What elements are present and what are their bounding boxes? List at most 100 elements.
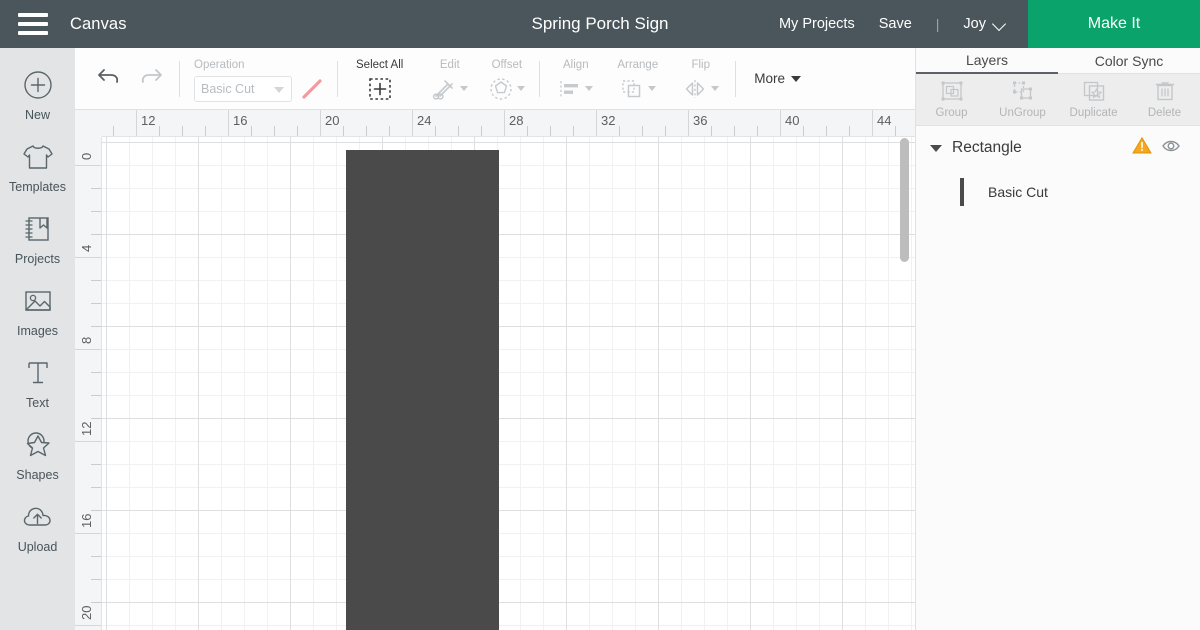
ungroup-icon (1011, 79, 1035, 103)
rectangle-shape[interactable] (346, 150, 499, 630)
delete-button[interactable]: Delete (1129, 74, 1200, 119)
flip-horizontal-icon (682, 76, 720, 102)
notebook-bookmark-icon (23, 210, 53, 248)
align-button[interactable]: Align (540, 48, 605, 110)
selection-tools-group: Select All Edit Offset (338, 48, 539, 110)
offset-button[interactable]: Offset (478, 48, 539, 110)
ruler-tick-minor (711, 126, 712, 136)
ruler-tick-minor (91, 602, 101, 603)
offset-dashed-shape-icon (488, 76, 526, 102)
ruler-label-h: 40 (785, 113, 800, 128)
eye-visible-icon[interactable] (1162, 138, 1186, 159)
plus-circle-icon (22, 66, 54, 104)
hamburger-menu-icon[interactable] (18, 13, 48, 35)
flip-button[interactable]: Flip (670, 48, 735, 110)
toolbar-divider (735, 60, 737, 97)
caret-down-icon (274, 86, 284, 93)
ruler-tick-minor (182, 126, 183, 136)
operation-label: Operation (194, 58, 245, 71)
canvas-label[interactable]: Canvas (70, 15, 127, 34)
more-button[interactable]: More (754, 71, 801, 86)
sidebar-item-label: Text (26, 396, 49, 410)
sidebar-item-images[interactable]: Images (0, 282, 75, 354)
select-all-dashed-plus-icon (367, 76, 393, 102)
ruler-tick-minor (849, 126, 850, 136)
action-label: Delete (1147, 107, 1182, 119)
sidebar-item-label: Projects (14, 252, 61, 266)
sublayer-row[interactable]: Basic Cut (916, 170, 1200, 214)
sidebar-item-shapes[interactable]: Shapes (0, 426, 75, 498)
caret-down-icon (648, 86, 657, 91)
ruler-label-v: 16 (79, 513, 94, 528)
sidebar-item-upload[interactable]: Upload (0, 498, 75, 570)
ruler-label-h: 24 (417, 113, 432, 128)
caret-down-icon[interactable] (930, 144, 942, 152)
ruler-tick-major (872, 110, 873, 136)
my-projects-link[interactable]: My Projects (779, 16, 855, 32)
edit-label: Edit (439, 58, 460, 71)
tab-color-sync[interactable]: Color Sync (1058, 48, 1200, 74)
sidebar-item-new[interactable]: New (0, 66, 75, 138)
ruler-tick-minor (91, 464, 101, 465)
redo-arrow-icon[interactable] (137, 64, 165, 93)
duplicate-button[interactable]: Duplicate (1058, 74, 1129, 119)
vertical-scrollbar-thumb[interactable] (900, 138, 909, 262)
sidebar-item-label: Upload (17, 540, 58, 554)
caret-down-icon (460, 86, 469, 91)
ruler-label-h: 44 (877, 113, 892, 128)
layer-row[interactable]: Rectangle (916, 126, 1200, 170)
tab-layers[interactable]: Layers (916, 48, 1058, 74)
ruler-tick-major (136, 110, 137, 136)
ruler-tick-major (596, 110, 597, 136)
chevron-down-icon[interactable] (993, 18, 1006, 31)
save-button[interactable]: Save (879, 16, 912, 32)
ruler-tick-minor (91, 418, 101, 419)
ruler-tick-major (75, 533, 101, 534)
ruler-label-h: 28 (509, 113, 524, 128)
ruler-tick-minor (527, 126, 528, 136)
ruler-tick-major (75, 165, 101, 166)
ruler-tick-major (688, 110, 689, 136)
arrange-label: Arrange (617, 58, 659, 71)
arrange-button[interactable]: Arrange (605, 48, 670, 110)
ruler-tick-minor (435, 126, 436, 136)
align-left-lines-icon (558, 76, 594, 102)
ruler-label-v: 0 (79, 152, 94, 160)
horizontal-ruler: 12 16 20 24 28 32 36 40 44 (75, 110, 915, 137)
ruler-tick-minor (389, 126, 390, 136)
operation-color-swatch[interactable] (299, 76, 325, 102)
design-canvas[interactable]: 12 16 20 24 28 32 36 40 44 0 4 8 12 16 20 (75, 110, 915, 630)
undo-arrow-icon[interactable] (95, 64, 123, 93)
group-button[interactable]: Group (916, 74, 987, 119)
machine-selector-label[interactable]: Joy (963, 16, 986, 32)
image-mountain-icon (22, 282, 54, 320)
make-it-button[interactable]: Make It (1028, 0, 1200, 48)
ruler-tick-minor (895, 126, 896, 136)
ruler-tick-minor (366, 126, 367, 136)
layer-color-swatch[interactable] (960, 178, 964, 206)
sidebar-item-label: New (24, 108, 50, 122)
operation-dropdown[interactable]: Basic Cut (194, 75, 292, 102)
ruler-tick-minor (619, 126, 620, 136)
sidebar-item-templates[interactable]: Templates (0, 138, 75, 210)
sidebar-item-projects[interactable]: Projects (0, 210, 75, 282)
ruler-label-v: 12 (79, 421, 94, 436)
star-shapes-icon (22, 426, 54, 464)
ruler-label-h: 32 (601, 113, 616, 128)
caret-down-icon (517, 86, 526, 91)
ruler-label-h: 16 (233, 113, 248, 128)
trash-delete-icon (1154, 79, 1176, 103)
select-all-button[interactable]: Select All (338, 48, 421, 110)
ruler-tick-major (75, 441, 101, 442)
layer-actions-bar: Group UnGroup Duplicate Delete (916, 74, 1200, 126)
panel-tabs: Layers Color Sync (916, 48, 1200, 74)
warning-triangle-icon[interactable] (1132, 136, 1152, 160)
sidebar-item-text[interactable]: Text (0, 354, 75, 426)
ungroup-button[interactable]: UnGroup (987, 74, 1058, 119)
canvas-grid[interactable] (102, 137, 915, 630)
ruler-tick-minor (91, 556, 101, 557)
ruler-corner (75, 110, 102, 137)
edit-menu-button[interactable]: Edit (421, 48, 478, 110)
ruler-tick-major (75, 349, 101, 350)
ruler-tick-minor (550, 126, 551, 136)
